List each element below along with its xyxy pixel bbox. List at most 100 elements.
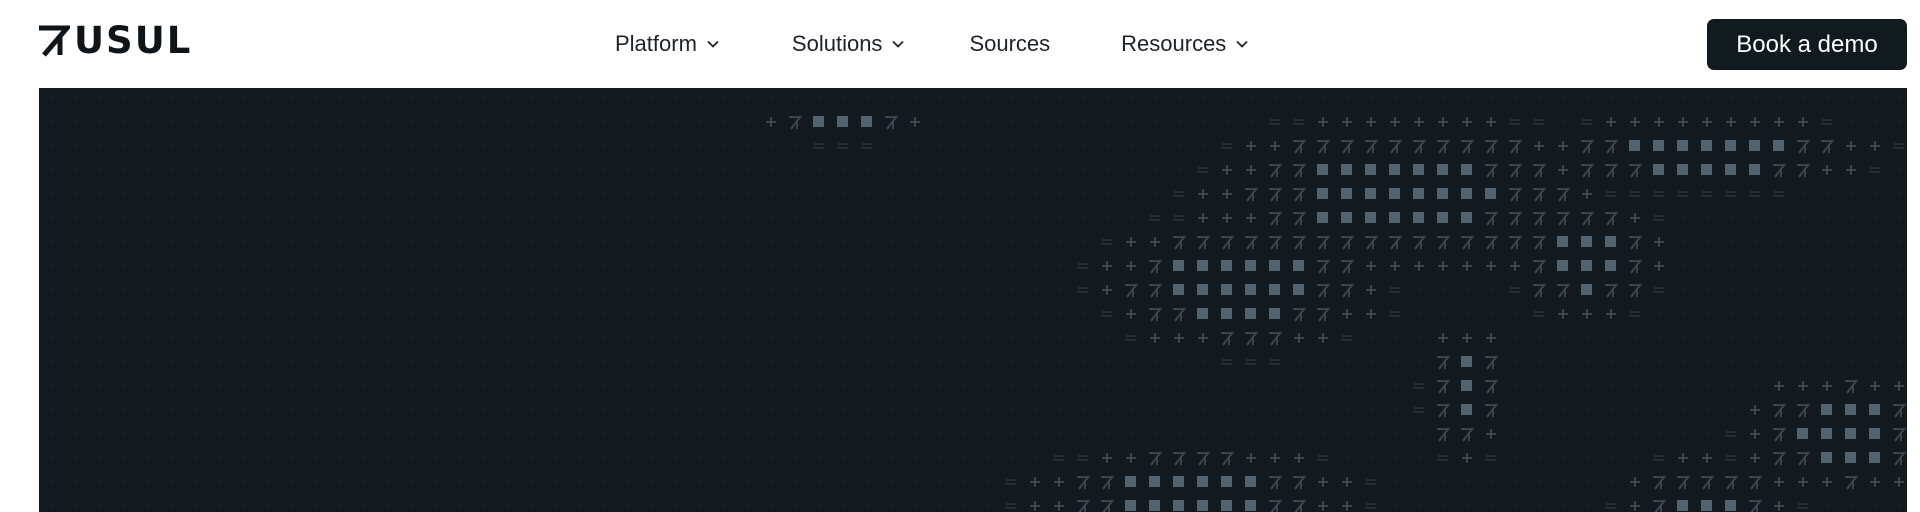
- map-dot-glyph: [49, 432, 53, 436]
- map-dot-glyph: [1825, 240, 1829, 244]
- map-dot-glyph: [1825, 192, 1829, 196]
- map-arrow-glyph: [1101, 476, 1114, 490]
- map-dot-glyph: [1729, 216, 1733, 220]
- map-plus-glyph: [1462, 117, 1472, 127]
- map-dot-glyph: [97, 504, 101, 508]
- map-dot-glyph: [241, 144, 245, 148]
- map-plus-glyph: [1750, 429, 1760, 439]
- nav-item-solutions[interactable]: Solutions: [792, 24, 906, 64]
- map-dot-glyph: [529, 336, 533, 340]
- map-equals-glyph: [1678, 191, 1688, 197]
- map-block-glyph: [1581, 236, 1592, 247]
- map-arrow-glyph: [1101, 500, 1114, 512]
- map-dot-glyph: [1105, 336, 1109, 340]
- map-dot-glyph: [985, 408, 989, 412]
- map-dot-glyph: [505, 504, 509, 508]
- map-dot-glyph: [1345, 96, 1349, 100]
- map-block-glyph: [1725, 164, 1736, 175]
- map-plus-glyph: [1798, 477, 1808, 487]
- map-dot-glyph: [1561, 120, 1565, 124]
- map-dot-glyph: [625, 360, 629, 364]
- map-equals-glyph: [838, 143, 848, 149]
- map-dot-glyph: [97, 216, 101, 220]
- nav-item-platform[interactable]: Platform: [615, 24, 720, 64]
- map-dot-glyph: [1105, 216, 1109, 220]
- map-dot-glyph: [337, 96, 341, 100]
- book-demo-button[interactable]: Book a demo: [1707, 19, 1907, 70]
- map-dot-glyph: [721, 336, 725, 340]
- map-block-glyph: [1485, 188, 1496, 199]
- map-dot-glyph: [553, 456, 557, 460]
- brand-logo[interactable]: USUL: [36, 22, 192, 60]
- map-dot-glyph: [1825, 96, 1829, 100]
- map-equals-glyph: [1630, 191, 1640, 197]
- map-dot-glyph: [433, 504, 437, 508]
- map-dot-glyph: [1609, 96, 1613, 100]
- map-dot-glyph: [625, 168, 629, 172]
- map-dot-glyph: [793, 288, 797, 292]
- map-dot-glyph: [241, 408, 245, 412]
- map-dot-glyph: [793, 408, 797, 412]
- map-dot-glyph: [865, 216, 869, 220]
- map-arrow-glyph: [1269, 212, 1282, 226]
- map-dot-glyph: [1417, 432, 1421, 436]
- nav-item-resources[interactable]: Resources: [1121, 24, 1249, 64]
- map-dot-glyph: [889, 312, 893, 316]
- map-dot-glyph: [217, 360, 221, 364]
- map-dot-glyph: [1849, 504, 1853, 508]
- map-dot-glyph: [217, 504, 221, 508]
- map-dot-glyph: [625, 264, 629, 268]
- map-arrow-glyph: [1509, 212, 1522, 226]
- map-dot-glyph: [241, 288, 245, 292]
- map-dot-glyph: [265, 336, 269, 340]
- nav-item-sources[interactable]: Sources: [969, 24, 1050, 64]
- map-dot-glyph: [1417, 360, 1421, 364]
- map-dot-glyph: [1609, 480, 1613, 484]
- map-dot-glyph: [1057, 168, 1061, 172]
- map-dot-glyph: [1873, 264, 1877, 268]
- map-arrow-glyph: [1461, 236, 1474, 250]
- map-dot-glyph: [529, 480, 533, 484]
- map-arrow-glyph: [1293, 140, 1306, 154]
- map-dot-glyph: [1393, 480, 1397, 484]
- map-dot-glyph: [97, 192, 101, 196]
- map-dot-glyph: [49, 336, 53, 340]
- chevron-down-icon: [1236, 40, 1248, 48]
- map-dot-glyph: [313, 360, 317, 364]
- map-dot-glyph: [1825, 504, 1829, 508]
- map-dot-glyph: [217, 432, 221, 436]
- map-dot-glyph: [769, 456, 773, 460]
- nav-item-label: Sources: [969, 31, 1051, 56]
- map-dot-glyph: [481, 264, 485, 268]
- map-dot-glyph: [937, 144, 941, 148]
- map-dot-glyph: [1513, 312, 1517, 316]
- map-dot-glyph: [241, 240, 245, 244]
- map-dot-glyph: [121, 288, 125, 292]
- map-dot-glyph: [481, 240, 485, 244]
- map-dot-glyph: [169, 480, 173, 484]
- map-dot-glyph: [745, 192, 749, 196]
- map-equals-glyph: [1054, 455, 1064, 461]
- map-dot-glyph: [913, 240, 917, 244]
- map-plus-glyph: [1126, 237, 1136, 247]
- map-dot-glyph: [1009, 432, 1013, 436]
- map-equals-glyph: [1606, 191, 1616, 197]
- map-dot-glyph: [721, 192, 725, 196]
- map-dot-glyph: [889, 96, 893, 100]
- map-dot-glyph: [985, 456, 989, 460]
- map-dot-glyph: [1777, 96, 1781, 100]
- map-dot-glyph: [505, 384, 509, 388]
- main-nav: Platform Solutions Sources Resources: [615, 24, 1249, 64]
- map-plus-glyph: [1558, 165, 1568, 175]
- map-dot-glyph: [97, 168, 101, 172]
- map-dot-glyph: [73, 360, 77, 364]
- map-dot-glyph: [1849, 120, 1853, 124]
- map-dot-glyph: [505, 144, 509, 148]
- map-plus-glyph: [1318, 477, 1328, 487]
- map-dot-glyph: [697, 480, 701, 484]
- map-dot-glyph: [121, 480, 125, 484]
- map-dot-glyph: [649, 120, 653, 124]
- map-block-glyph: [1125, 500, 1136, 511]
- map-dot-glyph: [601, 504, 605, 508]
- map-dot-glyph: [193, 264, 197, 268]
